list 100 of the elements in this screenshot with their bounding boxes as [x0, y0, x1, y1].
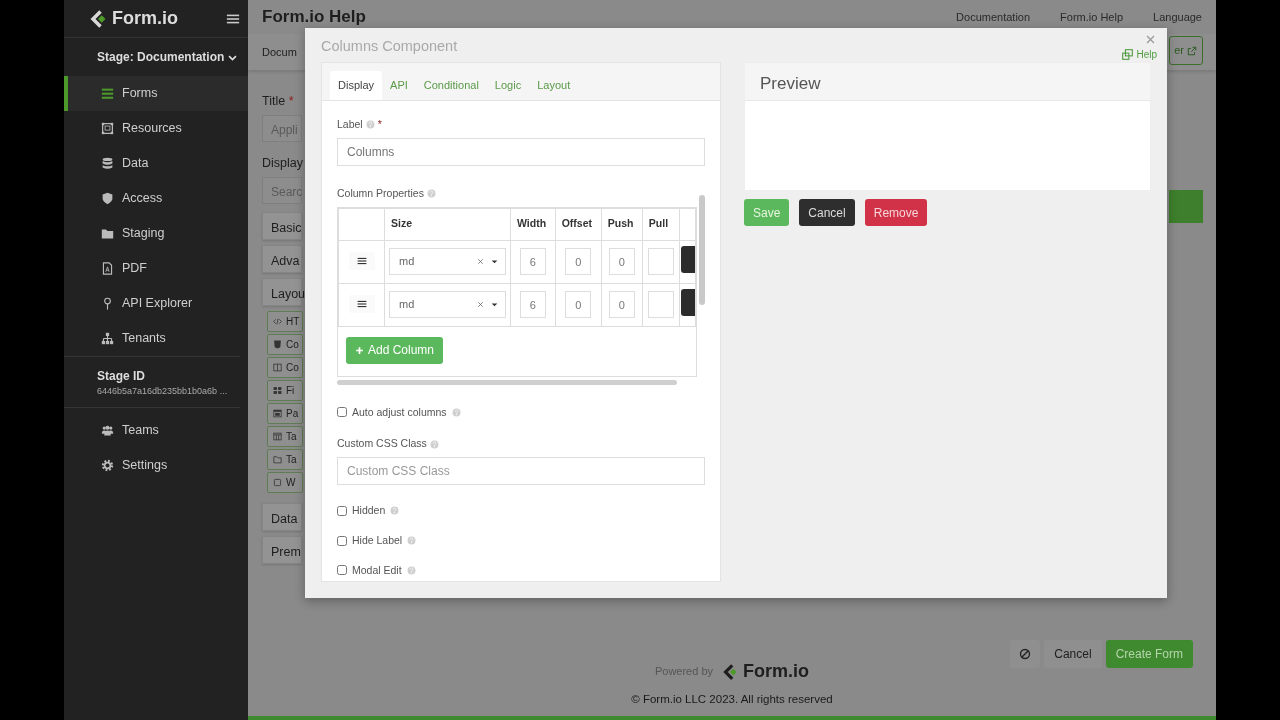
drag-handle[interactable]: [348, 295, 375, 314]
close-button[interactable]: [1145, 34, 1157, 46]
header-link[interactable]: Form.io Help: [1060, 8, 1124, 26]
component-button[interactable]: Pa: [267, 402, 303, 424]
checkbox[interactable]: [337, 565, 347, 576]
stage-id-value: 6446b5a7a16db235bb1b0a6b ...: [97, 385, 229, 398]
group-header[interactable]: Layou: [262, 277, 302, 306]
column-header: Offset: [555, 208, 602, 240]
offset-field[interactable]: 0: [565, 291, 592, 318]
tab[interactable]: Conditional: [415, 71, 487, 100]
tab[interactable]: API: [382, 71, 416, 100]
row-action-button[interactable]: [681, 289, 695, 317]
sidebar-item[interactable]: Data: [64, 146, 248, 181]
sidebar-item[interactable]: Settings: [64, 447, 248, 483]
plus-icon: [355, 345, 364, 355]
create-form-button[interactable]: Create Form: [1105, 640, 1193, 668]
row-action-button[interactable]: [681, 246, 695, 274]
width-field[interactable]: 6: [519, 248, 546, 275]
push-field[interactable]: 0: [608, 291, 635, 318]
sidebar-item[interactable]: Resources: [64, 111, 248, 146]
panel-icon: [273, 408, 282, 418]
pull-field[interactable]: [647, 291, 674, 318]
text-field[interactable]: Custom CSS Class: [337, 457, 705, 485]
component-button[interactable]: Co: [267, 356, 303, 378]
table-icon: [273, 431, 282, 441]
logo-icon: [88, 8, 108, 29]
ban-icon: [1019, 648, 1032, 660]
label-field[interactable]: Columns: [337, 137, 705, 166]
frame-icon: [101, 122, 114, 135]
sidebar-item-label: Tenants: [122, 330, 166, 348]
component-button[interactable]: Fi: [267, 379, 303, 401]
sidebar-item-label: Access: [122, 190, 163, 208]
sidebar-item-label: Teams: [122, 421, 159, 439]
breadcrumb-tab[interactable]: Docum: [262, 43, 297, 61]
checkbox-label: Hide Label: [352, 532, 403, 548]
header-link[interactable]: Documentation: [956, 8, 1031, 26]
column-header: Size: [384, 208, 511, 240]
push-field[interactable]: 0: [608, 248, 635, 275]
width-field[interactable]: 6: [519, 291, 546, 318]
checkbox-label: Hidden: [352, 503, 386, 518]
checkbox[interactable]: [337, 535, 347, 546]
stage-selector[interactable]: Stage: Documentation: [64, 38, 248, 76]
component-button[interactable]: Co: [267, 333, 303, 355]
component-button[interactable]: Ta: [267, 425, 303, 447]
component-button[interactable]: HT: [267, 310, 303, 332]
drag-handle[interactable]: [348, 252, 375, 271]
sidebar-item-label: Data: [122, 155, 149, 173]
page-title: Form.io Help: [262, 6, 366, 29]
tab[interactable]: Layout: [529, 71, 579, 100]
document-icon: [101, 262, 114, 275]
column-header: Width: [510, 208, 556, 240]
required-mark: *: [377, 117, 382, 132]
sidebar-item[interactable]: Staging: [64, 216, 248, 251]
header-link[interactable]: Language: [1153, 8, 1202, 26]
grid-icon: [273, 385, 282, 395]
list-icon: [101, 87, 114, 100]
sidebar-item[interactable]: Tenants: [64, 321, 248, 356]
cancel-button[interactable]: Cancel: [1044, 640, 1102, 668]
code-icon: [273, 316, 282, 326]
checkbox[interactable]: [337, 505, 347, 516]
pull-field[interactable]: [647, 248, 674, 275]
component-button[interactable]: Ta: [267, 448, 303, 470]
tab[interactable]: Display: [330, 71, 383, 100]
clear-icon: [477, 301, 484, 308]
sidebar-item-label: Forms: [122, 85, 158, 103]
help-icon: [365, 120, 375, 130]
sidebar-item[interactable]: Forms: [64, 76, 248, 111]
checkbox[interactable]: [337, 407, 347, 418]
menu-icon: [356, 256, 367, 267]
folder-icon: [101, 227, 114, 240]
shield-icon: [101, 192, 114, 205]
sidebar-item[interactable]: Access: [64, 181, 248, 216]
remove-button[interactable]: Remove: [864, 199, 928, 226]
sidebar-item-label: API Explorer: [122, 295, 193, 313]
column-header: Push: [601, 208, 643, 240]
checkbox-label: Modal Edit: [352, 562, 402, 578]
help-icon: [429, 439, 439, 449]
component-button[interactable]: W: [267, 471, 303, 493]
group-header[interactable]: Prem: [262, 535, 302, 564]
hierarchy-icon: [101, 332, 114, 345]
size-select[interactable]: md: [389, 248, 506, 275]
caret-icon: [490, 257, 499, 266]
copyright-text: © Form.io LLC 2023. All rights reserved: [631, 692, 833, 707]
cancel-button[interactable]: Cancel: [799, 199, 855, 226]
tab[interactable]: Logic: [486, 71, 530, 100]
sidebar-item[interactable]: PDF: [64, 251, 248, 286]
size-select[interactable]: md: [389, 291, 506, 318]
group-header[interactable]: Data: [262, 502, 302, 531]
group-header[interactable]: Basic: [262, 211, 302, 240]
sidebar-item[interactable]: Teams: [64, 412, 248, 448]
menu-icon: [356, 299, 367, 310]
field-label: Display: [262, 154, 303, 172]
sidebar-item[interactable]: API Explorer: [64, 286, 248, 321]
disable-button[interactable]: [1010, 640, 1041, 668]
square-icon: [273, 477, 282, 487]
offset-field[interactable]: 0: [565, 248, 592, 275]
group-header[interactable]: Adva: [262, 244, 302, 273]
help-link[interactable]: Help: [1122, 47, 1157, 62]
help-icon: [390, 506, 400, 516]
logo-text: Form.io: [743, 660, 810, 683]
